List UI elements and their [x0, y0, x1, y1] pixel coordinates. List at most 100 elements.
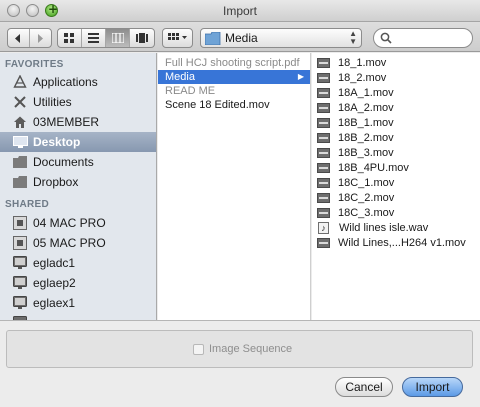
- sidebar-item-eglaex1[interactable]: eglaex1: [0, 293, 156, 313]
- monitor-icon: [12, 275, 28, 291]
- sidebar-item-label: Applications: [33, 75, 98, 89]
- file-row[interactable]: 18A_2.mov: [312, 101, 480, 115]
- file-name: Scene 18 Edited.mov: [165, 99, 270, 111]
- path-popup[interactable]: Media ▲ ▼: [200, 28, 362, 48]
- shared-header: SHARED: [5, 199, 50, 210]
- image-sequence-checkbox[interactable]: [193, 344, 204, 355]
- sidebar-item-documents[interactable]: Documents: [0, 152, 156, 172]
- arrange-control[interactable]: [163, 29, 192, 47]
- cover-flow-icon: [136, 33, 148, 43]
- movie-file-icon: [317, 118, 330, 128]
- sidebar-item-desktop[interactable]: Desktop: [0, 132, 156, 152]
- divider: [0, 320, 480, 321]
- sidebar-item-applications[interactable]: Applications: [0, 72, 156, 92]
- import-button[interactable]: Import: [402, 377, 463, 397]
- file-name: Full HCJ shooting script.pdf: [165, 57, 300, 69]
- column-view-icon: [111, 33, 124, 43]
- file-row[interactable]: 18B_1.mov: [312, 116, 480, 130]
- image-sequence-label: Image Sequence: [209, 343, 293, 355]
- sidebar-item-partial[interactable]: [0, 313, 156, 320]
- sidebar-item-label: eglaex1: [33, 296, 76, 310]
- file-row[interactable]: READ ME: [158, 84, 310, 98]
- file-row[interactable]: 18C_3.mov: [312, 206, 480, 220]
- file-row[interactable]: 18C_1.mov: [312, 176, 480, 190]
- sidebar-item-dropbox[interactable]: Dropbox: [0, 172, 156, 192]
- window-title: Import: [222, 4, 257, 18]
- arrange-menu-button[interactable]: [162, 28, 193, 48]
- sidebar-item-eglaep2[interactable]: eglaep2: [0, 273, 156, 293]
- cancel-button[interactable]: Cancel: [335, 377, 393, 397]
- movie-file-icon: [317, 88, 330, 98]
- browser-column-media: 18_1.mov 18_2.mov 18A_1.mov 18A_2.mov 18…: [312, 53, 480, 320]
- sidebar-item-label: Utilities: [33, 95, 72, 109]
- file-row[interactable]: Full HCJ shooting script.pdf: [158, 56, 310, 70]
- audio-file-icon: ♪: [318, 222, 329, 234]
- sidebar-item-utilities[interactable]: Utilities: [0, 92, 156, 112]
- file-name: 18C_3.mov: [338, 207, 395, 219]
- file-name: 18B_1.mov: [338, 117, 394, 129]
- disclosure-arrow-icon: ▶: [297, 72, 304, 81]
- back-arrow-icon: [15, 33, 21, 43]
- file-row[interactable]: Wild Lines,...H264 v1.mov: [312, 236, 480, 250]
- movie-file-icon: [317, 238, 330, 248]
- movie-file-icon: [317, 163, 330, 173]
- file-row[interactable]: 18B_2.mov: [312, 131, 480, 145]
- movie-file-icon: [317, 193, 330, 203]
- file-name: 18C_2.mov: [338, 192, 395, 204]
- server-icon: [12, 235, 28, 251]
- sidebar-item-04-mac-pro[interactable]: 04 MAC PRO: [0, 213, 156, 233]
- title-bar: Import: [0, 0, 480, 22]
- movie-file-icon: [317, 148, 330, 158]
- file-row[interactable]: 18B_3.mov: [312, 146, 480, 160]
- sidebar-item-05-mac-pro[interactable]: 05 MAC PRO: [0, 233, 156, 253]
- movie-file-icon: [317, 178, 330, 188]
- file-row[interactable]: 18_1.mov: [312, 56, 480, 70]
- folder-row-media[interactable]: Media ▶: [158, 70, 310, 84]
- search-input[interactable]: [394, 31, 468, 45]
- server-icon: [12, 215, 28, 231]
- sidebar-item-label: Documents: [33, 155, 94, 169]
- sidebar-item-03member[interactable]: 03MEMBER: [0, 112, 156, 132]
- popup-arrows-icon: ▲ ▼: [349, 29, 357, 46]
- sidebar-item-label: egladc1: [33, 256, 76, 270]
- sidebar-item-label: 05 MAC PRO: [33, 236, 106, 250]
- file-name: 18A_2.mov: [338, 102, 394, 114]
- arrange-grid-icon: [167, 33, 187, 40]
- options-panel: Image Sequence: [6, 330, 473, 368]
- file-row[interactable]: 18C_2.mov: [312, 191, 480, 205]
- icon-view-icon: [64, 33, 74, 43]
- search-field[interactable]: [373, 28, 473, 48]
- path-label: Media: [225, 31, 258, 45]
- movie-file-icon: [317, 103, 330, 113]
- back-button[interactable]: [8, 29, 30, 47]
- forward-arrow-icon: [38, 33, 44, 43]
- utilities-icon: [12, 94, 28, 110]
- file-row[interactable]: ♪ Wild lines isle.wav: [312, 221, 480, 235]
- toolbar: Media ▲ ▼: [0, 22, 480, 52]
- file-name: 18_2.mov: [338, 72, 387, 84]
- column-view-button[interactable]: [106, 29, 130, 47]
- file-name: 18B_2.mov: [338, 132, 394, 144]
- cover-flow-button[interactable]: [130, 29, 154, 47]
- sidebar-item-egladc1[interactable]: egladc1: [0, 253, 156, 273]
- icon-view-button[interactable]: [58, 29, 82, 47]
- file-row[interactable]: 18A_1.mov: [312, 86, 480, 100]
- movie-file-icon: [317, 58, 330, 68]
- browser-column-desktop: Full HCJ shooting script.pdf Media ▶ REA…: [158, 53, 311, 320]
- sidebar-item-label: 03MEMBER: [33, 115, 100, 129]
- sidebar-item-label: Desktop: [33, 135, 81, 149]
- file-row[interactable]: Scene 18 Edited.mov: [158, 98, 310, 112]
- file-row[interactable]: 18B_4PU.mov: [312, 161, 480, 175]
- file-row[interactable]: 18_2.mov: [312, 71, 480, 85]
- list-view-icon: [88, 33, 99, 43]
- list-view-button[interactable]: [82, 29, 106, 47]
- monitor-icon: [12, 295, 28, 311]
- file-name: Wild Lines,...H264 v1.mov: [338, 237, 466, 249]
- file-name: 18_1.mov: [338, 57, 387, 69]
- favorites-header: FAVORITES: [5, 59, 64, 70]
- forward-button[interactable]: [30, 29, 51, 47]
- navigation-control: [7, 28, 52, 48]
- movie-file-icon: [317, 133, 330, 143]
- movie-file-icon: [317, 73, 330, 83]
- file-name: 18C_1.mov: [338, 177, 395, 189]
